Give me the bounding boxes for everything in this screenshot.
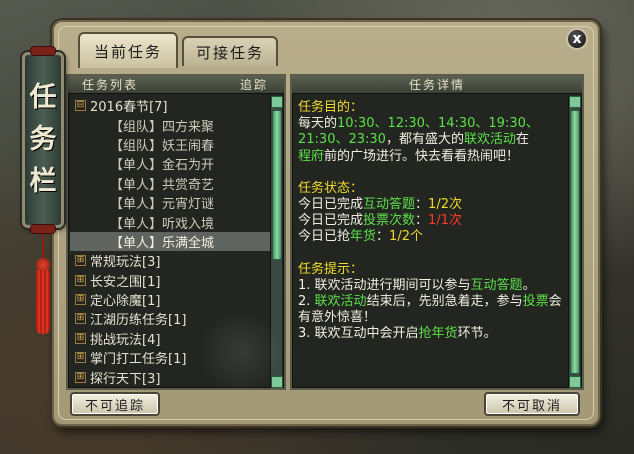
expand-icon[interactable]: ⊞ [75, 274, 86, 286]
hint-1: 1. 联欢活动进行期间可以参与互动答题。 [298, 277, 536, 293]
expand-icon[interactable]: ⊞ [75, 294, 86, 306]
quest-label: 探行天下[3] [90, 371, 161, 387]
quest-label: 【单人】元宵灯谜 [110, 197, 215, 213]
status-heading: 任务状态： [298, 180, 364, 196]
scroll-down-arrow[interactable] [271, 376, 283, 388]
quest-label: 定心除魔[1] [90, 294, 161, 310]
quest-detail-header: 任务详情 [292, 76, 582, 94]
collapse-icon[interactable]: ⊟ [75, 100, 86, 112]
expand-icon[interactable]: ⊞ [75, 371, 86, 383]
hint-heading: 任务提示： [298, 261, 364, 277]
hint-3: 3. 联欢互动中会开启抢年货环节。 [298, 326, 497, 342]
quest-list-scrollbar[interactable] [270, 96, 283, 388]
status-line-1: 今日已完成互动答题：1/2次 [298, 197, 462, 213]
event-link[interactable]: 联欢活动 [464, 132, 516, 147]
quest-item[interactable]: 【单人】金石为开 [70, 154, 270, 173]
quest-group[interactable]: ⊞ 常规玩法[3] [70, 251, 270, 270]
expand-icon[interactable]: ⊞ [75, 352, 86, 364]
window-title-scroll: 任 务 栏 [22, 52, 64, 228]
close-button[interactable]: x [566, 28, 588, 50]
title-char-1: 任 [29, 82, 57, 113]
quest-item[interactable]: 【单人】乐满全城 [70, 231, 270, 252]
tab-available-quests[interactable]: 可接任务 [182, 36, 278, 66]
untrack-button[interactable]: 不可追踪 [70, 392, 160, 416]
quest-tree: ⊟ 2016春节[7] 【组队】四方来聚 【组队】妖王闹春 【单人】金石为开 【单人】共赏… [70, 96, 270, 388]
tassel-cord [42, 230, 44, 260]
goal-heading: 任务目的： [298, 100, 364, 115]
quest-detail-panel: 任务详情 任务目的： 每天的10:30、12:30、14:30、19:30、 21… [290, 74, 584, 390]
quest-list-panel: 任务列表 追踪 ⊟ 2016春节[7] 【组队】四方来聚 【组队】妖王闹春 【单人】金石… [66, 74, 286, 390]
quest-item[interactable]: 【组队】四方来聚 [70, 115, 270, 135]
event-times: 10:30、12:30、14:30、19:30、 [337, 116, 539, 132]
quest-group[interactable]: ⊞ 江湖历练任务[1] [70, 309, 270, 328]
quest-label: 江湖历练任务[1] [90, 313, 187, 329]
scroll-up-arrow[interactable] [271, 96, 283, 108]
quest-detail-content: 任务目的： 每天的10:30、12:30、14:30、19:30、 21:30、2… [298, 100, 568, 386]
detail-scroll-thumb[interactable] [570, 110, 580, 374]
quest-item[interactable]: 【单人】元宵灯谜 [70, 193, 270, 212]
scroll-thumb[interactable] [272, 110, 282, 260]
abandon-quest-button[interactable]: 不可取消 [484, 392, 580, 416]
quest-item[interactable]: 【单人】共赏奇艺 [70, 174, 270, 193]
quest-list-column-header: 任务列表 [82, 78, 139, 92]
expand-icon[interactable]: ⊞ [75, 332, 86, 344]
place-link[interactable]: 程府 [298, 149, 324, 164]
expand-icon[interactable]: ⊞ [75, 313, 86, 325]
event-times-2: 21:30、23:30 [298, 132, 386, 148]
quest-detail-title: 任务详情 [408, 78, 465, 92]
title-char-3: 栏 [29, 166, 57, 197]
quest-group[interactable]: ⊟ 2016春节[7] [70, 96, 270, 115]
quest-label: 长安之围[1] [90, 274, 161, 290]
quest-label: 【组队】妖王闹春 [110, 138, 215, 154]
quest-label: 掌门打工任务[1] [90, 352, 187, 368]
quest-item[interactable]: 【组队】妖王闹春 [70, 135, 270, 154]
quest-label: 常规玩法[3] [90, 255, 161, 271]
quest-list-header: 任务列表 追踪 [68, 76, 284, 94]
tassel-decoration [36, 270, 50, 334]
quest-group[interactable]: ⊞ 定心除魔[1] [70, 290, 270, 309]
status-line-3: 今日已抢年货：1/2个 [298, 229, 423, 245]
quest-detail-scrollbar[interactable] [568, 96, 581, 388]
quest-group[interactable]: ⊞ 挑战玩法[4] [70, 329, 270, 348]
quest-label: 【单人】金石为开 [110, 158, 215, 174]
goal-text: 每天的10:30、12:30、14:30、19:30、 21:30、23:30，都… [298, 116, 539, 164]
detail-scroll-down-arrow[interactable] [569, 376, 581, 388]
quest-group[interactable]: ⊞ 探行天下[3] [70, 367, 270, 387]
status-line-2: 今日已完成投票次数：1/1次 [298, 213, 462, 229]
title-char-2: 务 [29, 124, 57, 155]
quest-label: 【单人】听戏入境 [110, 216, 215, 232]
quest-label: 【组队】四方来聚 [110, 119, 215, 135]
hint-2: 2. 联欢活动结束后，先别急着走，参与投票会有意外惊喜！ [298, 294, 562, 326]
quest-label: 【单人】乐满全城 [110, 235, 215, 251]
detail-scroll-up-arrow[interactable] [569, 96, 581, 108]
quest-label: 【单人】共赏奇艺 [110, 177, 215, 193]
tab-current-quests[interactable]: 当前任务 [78, 32, 178, 68]
quest-item[interactable]: 【单人】听戏入境 [70, 212, 270, 232]
quest-label: 挑战玩法[4] [90, 332, 161, 348]
quest-group[interactable]: ⊞ 掌门打工任务[1] [70, 348, 270, 367]
title-scroll-top-cap [30, 46, 56, 56]
title-scroll-bottom-cap [30, 224, 56, 234]
expand-icon[interactable]: ⊞ [75, 255, 86, 267]
quest-label: 2016春节[7] [90, 100, 168, 116]
quest-group[interactable]: ⊞ 长安之围[1] [70, 271, 270, 290]
track-column-header: 追踪 [239, 78, 268, 92]
